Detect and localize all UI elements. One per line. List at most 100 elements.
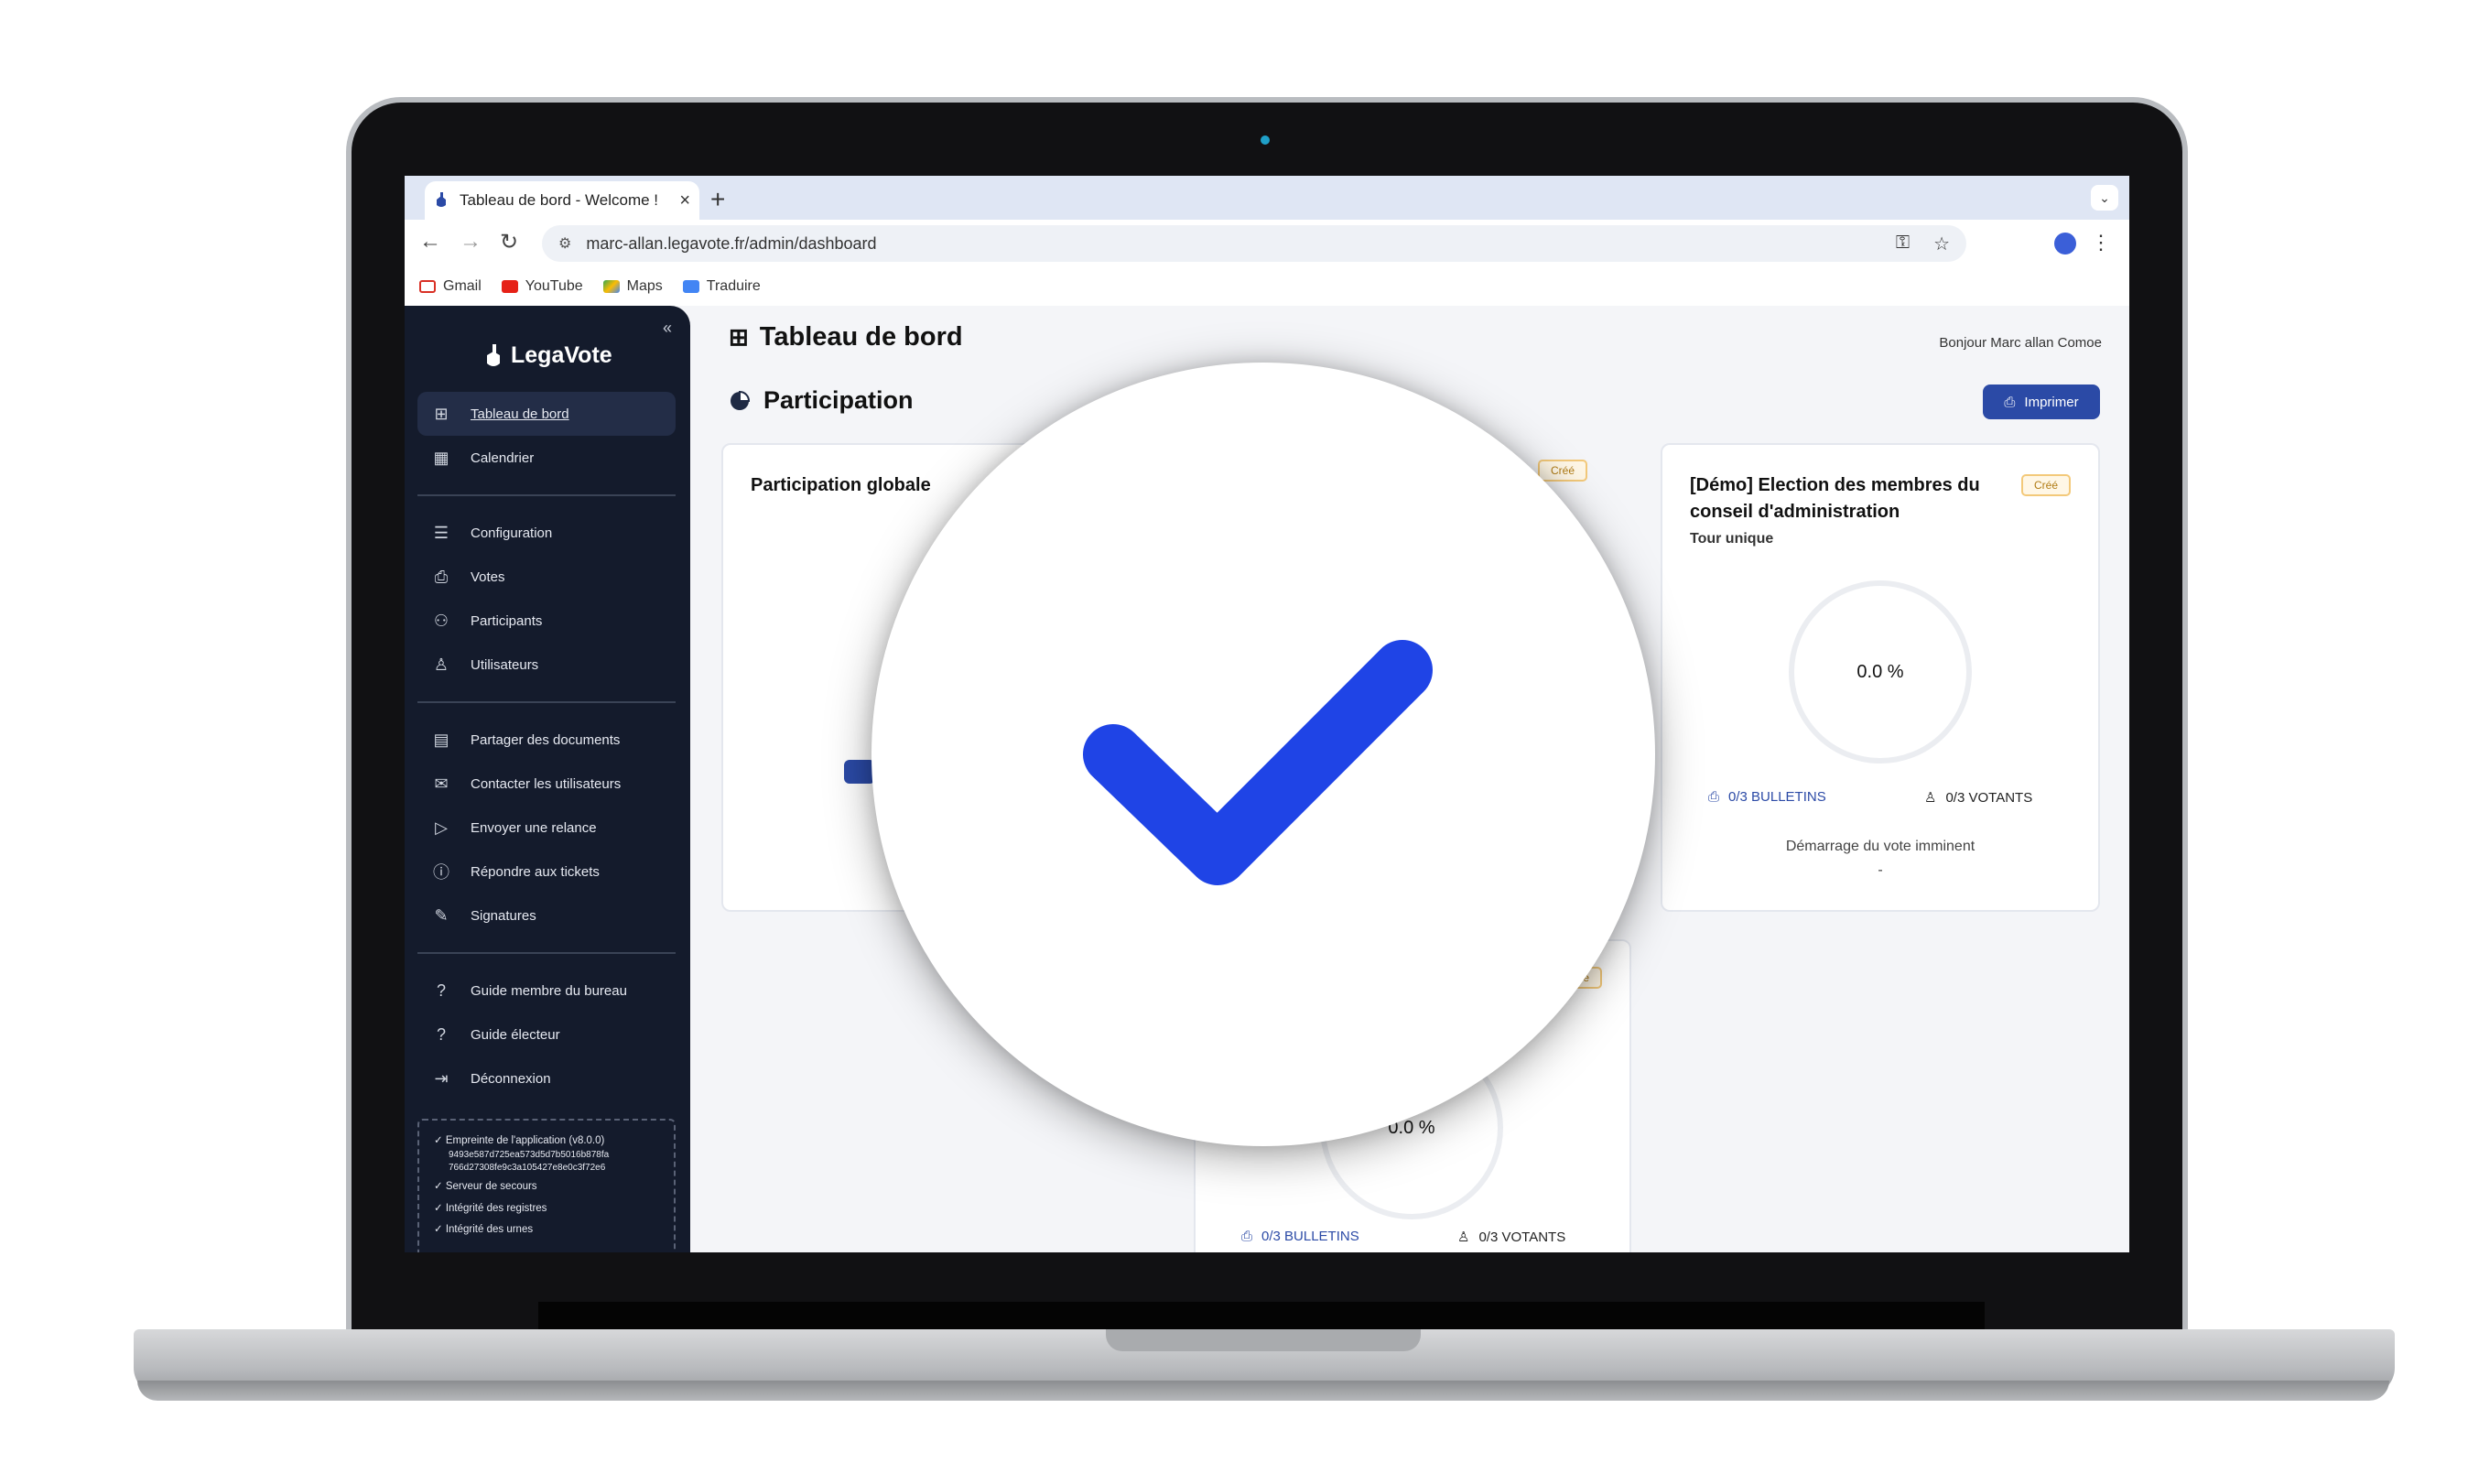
integrity-check: ✓ Intégrité des urnes	[434, 1223, 534, 1235]
election-title: [Démo] Election des membres du conseil d…	[1690, 475, 1980, 522]
sidebar-item-utilisateurs[interactable]: ♙ Utilisateurs	[417, 643, 676, 687]
browser-tab[interactable]: Tableau de bord - Welcome ! ×	[425, 181, 699, 220]
laptop-bezel-bottom	[538, 1302, 1985, 1329]
ballot-icon: ⎙	[434, 567, 449, 586]
brand-logo[interactable]: LegaVote	[485, 342, 612, 369]
sidebar-item-repondre-tickets[interactable]: ⓘ Répondre aux tickets	[417, 850, 676, 894]
help-icon: ?	[436, 1024, 446, 1044]
user-greeting: Bonjour Marc allan Comoe	[1939, 335, 2102, 351]
status-badge: Créé	[2020, 474, 2071, 496]
election-header: [Démo] Election des membres du conseil d…	[1690, 472, 2001, 547]
bookmark-gmail[interactable]: Gmail	[419, 278, 482, 295]
pie-chart-icon	[731, 390, 751, 410]
alert-icon: ⓘ	[433, 863, 449, 882]
help-icon: ?	[436, 980, 446, 1000]
legavote-favicon-icon	[437, 192, 446, 207]
bookmarks-bar: Gmail YouTube Maps Traduire	[405, 267, 2129, 306]
site-settings-icon[interactable]: ⚙	[558, 234, 571, 253]
sidebar-item-calendrier[interactable]: ▦ Calendrier	[417, 436, 676, 480]
integrity-check: ✓ Serveur de secours	[434, 1181, 537, 1193]
user-icon: ♙	[1924, 790, 1937, 806]
bulletins-stat: ⎙ 0/3 BULLETINS	[1241, 1229, 1359, 1244]
gmail-icon	[419, 280, 436, 293]
sidebar-item-tableau-de-bord[interactable]: ⊞ Tableau de bord	[417, 392, 676, 436]
laptop-base-bottom	[137, 1381, 2389, 1401]
bookmark-translate[interactable]: Traduire	[682, 278, 761, 295]
integrity-fingerprint: ✓ Empreinte de l'application (v8.0.0)	[434, 1135, 605, 1146]
translate-icon	[682, 280, 699, 293]
back-arrow-icon[interactable]: ←	[419, 229, 441, 255]
sliders-icon: ☰	[433, 523, 449, 542]
browser-tabbar: Tableau de bord - Welcome ! × + ⌄	[405, 176, 2129, 220]
bookmark-star-icon[interactable]: ☆	[1933, 233, 1950, 255]
integrity-hash: 9493e587d725ea573d5d7b5016b878fa 766d273…	[449, 1150, 610, 1173]
document-icon: ▤	[433, 730, 449, 749]
sidebar-nav-primary: ⊞ Tableau de bord ▦ Calendrier ☰ Configu…	[417, 392, 676, 1100]
laptop-notch	[1106, 1329, 1421, 1351]
legavote-logo-icon	[487, 343, 500, 366]
sidebar-item-envoyer-relance[interactable]: ▷ Envoyer une relance	[417, 806, 676, 850]
bookmark-youtube[interactable]: YouTube	[501, 278, 583, 295]
bulletins-stat: ⎙ 0/3 BULLETINS	[1708, 789, 1826, 805]
user-icon: ♙	[433, 655, 449, 674]
url-text: marc-allan.legavote.fr/admin/dashboard	[586, 233, 877, 253]
reload-icon[interactable]: ↻	[500, 229, 518, 255]
grid-icon: ⊞	[434, 404, 449, 423]
grid-icon: ⊞	[729, 323, 749, 351]
participation-percent: 0.0 %	[1856, 661, 1904, 682]
sidebar-divider	[417, 494, 676, 496]
browser-toolbar: ← → ↻ ⚙ marc-allan.legavote.fr/admin/das…	[405, 220, 2129, 267]
password-key-icon[interactable]: ⚿	[1896, 233, 1910, 255]
maps-icon	[602, 280, 620, 293]
youtube-icon	[501, 280, 518, 293]
camera-dot	[1261, 135, 1270, 145]
election-round: Tour unique	[1690, 531, 1774, 547]
integrity-check: ✓ Intégrité des registres	[434, 1202, 547, 1214]
sidebar-item-signatures[interactable]: ✎ Signatures	[417, 894, 676, 937]
page-title: ⊞ Tableau de bord	[729, 322, 963, 352]
integrity-panel: ✓ Empreinte de l'application (v8.0.0) 94…	[417, 1119, 676, 1252]
sidebar-item-participants[interactable]: ⚇ Participants	[417, 599, 676, 643]
sidebar-item-guide-electeur[interactable]: ? Guide électeur	[417, 1013, 676, 1056]
votants-stat: ♙ 0/3 VOTANTS	[1924, 789, 2033, 807]
brand-name: LegaVote	[511, 342, 612, 368]
printer-icon: ⎙	[2004, 394, 2016, 410]
sidebar-item-votes[interactable]: ⎙ Votes	[417, 555, 676, 599]
sidebar-item-partager-documents[interactable]: ▤ Partager des documents	[417, 718, 676, 762]
ballot-icon: ⎙	[1241, 1229, 1253, 1244]
tab-search-chevron-icon[interactable]: ⌄	[2091, 185, 2118, 211]
election-status: Démarrage du vote imminent	[1785, 839, 1975, 854]
success-overlay	[871, 363, 1655, 1146]
votants-stat: ♙ 0/3 VOTANTS	[1457, 1229, 1566, 1246]
election-card: [Démo] Election des membres du conseil d…	[1661, 443, 2100, 912]
ballot-icon: ⎙	[1708, 789, 1720, 805]
election-status-sub: -	[1878, 862, 1883, 878]
mail-icon: ✉	[434, 774, 449, 793]
sidebar-item-deconnexion[interactable]: ⇥ Déconnexion	[417, 1056, 676, 1100]
users-icon: ⚇	[433, 611, 449, 630]
sidebar-item-configuration[interactable]: ☰ Configuration	[417, 511, 676, 555]
participation-ring: 0.0 %	[1789, 580, 1972, 764]
sidebar-divider	[417, 952, 676, 954]
user-icon: ♙	[1457, 1229, 1470, 1245]
forward-arrow-icon[interactable]: →	[460, 229, 482, 255]
tab-title: Tableau de bord - Welcome !	[460, 191, 659, 209]
legend-chip	[844, 760, 875, 784]
calendar-icon: ▦	[433, 448, 449, 467]
sidebar: « LegaVote ⊞ Tableau de bord ▦ Calendrie…	[405, 306, 690, 1252]
new-tab-icon[interactable]: +	[710, 185, 725, 214]
print-button[interactable]: ⎙ Imprimer	[1983, 385, 2100, 419]
pen-icon: ✎	[434, 905, 449, 925]
address-bar[interactable]: ⚙ marc-allan.legavote.fr/admin/dashboard…	[542, 225, 1966, 262]
sidebar-item-contacter-utilisateurs[interactable]: ✉ Contacter les utilisateurs	[417, 762, 676, 806]
close-tab-icon[interactable]: ×	[679, 190, 690, 211]
profile-avatar-icon[interactable]	[2054, 233, 2076, 255]
sidebar-item-guide-bureau[interactable]: ? Guide membre du bureau	[417, 969, 676, 1013]
sidebar-divider	[417, 701, 676, 703]
bookmark-maps[interactable]: Maps	[602, 278, 663, 295]
checkmark-icon	[1083, 640, 1433, 885]
send-icon: ▷	[435, 818, 448, 837]
logout-icon: ⇥	[434, 1068, 449, 1088]
collapse-sidebar-icon[interactable]: «	[663, 319, 672, 338]
browser-menu-icon[interactable]: ⋮	[2091, 231, 2111, 255]
